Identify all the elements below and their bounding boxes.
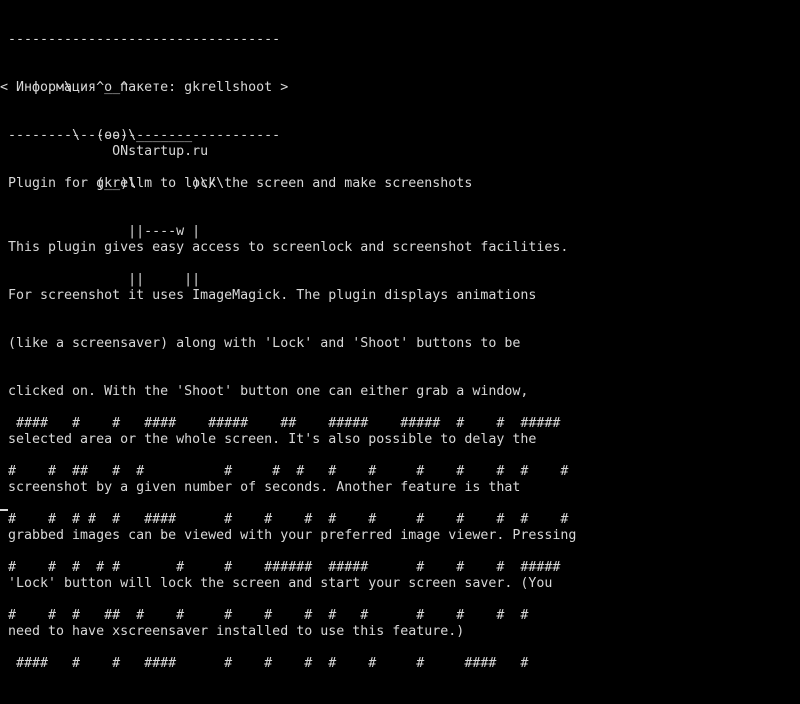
description-line: This plugin gives easy access to screenl… [0, 240, 569, 255]
site-credit: ONstartup.ru [0, 144, 209, 159]
banner-line: #### # # #### # # # # # # #### # [0, 656, 529, 671]
banner-line: # # # ## # # # # # # # # # # # [0, 608, 529, 623]
banner-line: # # # # # #### # # # # # # # # # # [0, 512, 569, 527]
description-line: (like a screensaver) along with 'Lock' a… [0, 336, 521, 351]
cow-line: \ ^__^ [0, 80, 129, 95]
banner-line: #### # # #### ##### ## ##### ##### # # #… [0, 416, 561, 431]
package-summary: Plugin for gkrellm to lock the screen an… [0, 176, 473, 191]
cow-line: \ (oo)\_______ [0, 128, 193, 143]
banner-line: # # ## # # # # # # # # # # # # [0, 464, 569, 479]
header-border-top: ---------------------------------- [0, 32, 281, 47]
description-line: For screenshot it uses ImageMagick. The … [0, 288, 537, 303]
text-cursor [0, 509, 8, 511]
banner-line: # # # # # # # ###### ##### # # # ##### [0, 560, 561, 575]
ascii-banner: #### # # #### ##### ## ##### ##### # # #… [0, 384, 568, 704]
terminal-screen[interactable]: ---------------------------------- < Инф… [0, 0, 800, 671]
